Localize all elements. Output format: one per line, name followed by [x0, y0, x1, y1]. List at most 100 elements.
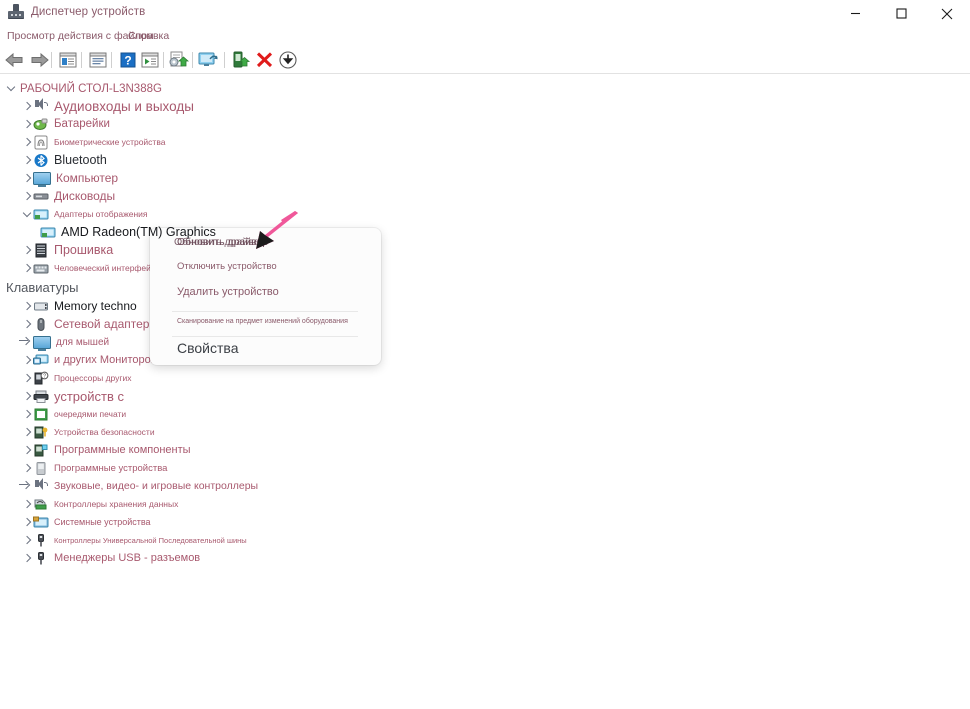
tree-item-label: Прошивка — [54, 243, 114, 257]
hid-icon — [33, 261, 49, 276]
chevron-right-icon[interactable] — [22, 427, 33, 438]
tree-root-label: РАБОЧИЙ СТОЛ-L3N388G — [20, 82, 162, 95]
battery-icon — [33, 117, 49, 132]
speaker-icon — [33, 477, 49, 494]
tree-item-label: для мышей — [56, 336, 110, 348]
chevron-right-icon[interactable] — [22, 301, 33, 312]
minimize-button[interactable] — [832, 0, 878, 27]
chevron-right-icon[interactable] — [22, 319, 33, 330]
chevron-right-icon[interactable] — [22, 409, 33, 420]
tree-item-label: Программные компоненты — [54, 444, 191, 456]
tree-item-bluetooth[interactable]: Bluetooth — [0, 151, 600, 169]
tree-item-software-devices[interactable]: Программные устройства — [0, 459, 600, 477]
tree-item-sound-video-game[interactable]: Звуковые, видео- и игровые контроллеры — [0, 477, 600, 495]
tree-item-biometric[interactable]: Биометрические устройства — [0, 133, 600, 151]
update-driver-button[interactable] — [167, 49, 189, 71]
uninstall-device-button[interactable] — [254, 49, 276, 71]
chevron-right-icon[interactable] — [22, 463, 33, 474]
menu-item-help[interactable]: Справка — [128, 30, 169, 42]
properties-button[interactable] — [87, 49, 109, 71]
chevron-right-icon[interactable] — [22, 373, 33, 384]
context-menu-divider — [172, 336, 358, 337]
disable-device-menu-item[interactable]: Отключить устройство — [177, 261, 277, 272]
tree-item-label: AMD Radeon(TM) Graphics — [61, 225, 216, 239]
usb-icon — [33, 551, 49, 566]
tree-item-label: Программные устройства — [54, 462, 168, 474]
chevron-right-icon[interactable] — [22, 355, 33, 366]
download-button[interactable] — [277, 49, 299, 71]
tree-item-computer[interactable]: Компьютер — [0, 169, 600, 187]
toolbar: ? — [0, 48, 970, 73]
speaker-icon — [33, 97, 49, 114]
chevron-down-icon[interactable] — [6, 83, 17, 94]
tree-item-label: Звуковые, видео- и игровые контроллеры — [54, 480, 259, 492]
disk-drive-icon — [33, 189, 49, 204]
tree-item-print-devices[interactable]: устройств с — [0, 387, 600, 405]
tree-root[interactable]: РАБОЧИЙ СТОЛ-L3N388G — [0, 80, 600, 97]
properties-menu-item[interactable]: Свойства — [177, 340, 238, 356]
chevron-right-icon[interactable] — [22, 263, 33, 274]
tree-item-batteries[interactable]: Батарейки — [0, 115, 600, 133]
scan-hardware-menu-item[interactable]: Сканирование на предмет изменений оборуд… — [177, 318, 348, 325]
tree-item-usb-connector-managers[interactable]: Менеджеры USB - разъемов — [0, 549, 600, 567]
tree-item-display-adapters[interactable]: Адаптеры отображения — [0, 205, 600, 223]
disable-device-button[interactable] — [230, 49, 252, 71]
tree-item-label: Адаптеры отображения — [54, 209, 148, 219]
back-button[interactable] — [4, 49, 26, 71]
chevron-down-icon[interactable] — [22, 209, 33, 220]
window-controls — [832, 0, 970, 27]
display-adapter-icon — [40, 225, 56, 240]
menu-bar: Просмотр действия с файлом Справка — [0, 30, 970, 47]
context-menu-divider — [172, 311, 358, 312]
uninstall-device-menu-item[interactable]: Удалить устройство — [177, 286, 279, 298]
chevron-right-icon[interactable] — [22, 517, 33, 528]
svg-text:?: ? — [43, 373, 46, 379]
tree-item-label: Менеджеры USB - разъемов — [54, 552, 201, 564]
device-manager-icon — [8, 4, 24, 19]
tree-item-label: Сетевой адаптер — [54, 317, 150, 331]
chevron-right-icon[interactable] — [22, 173, 33, 184]
devices-by-type-button[interactable] — [139, 49, 161, 71]
chevron-right-icon[interactable] — [22, 535, 33, 546]
tree-item-audio[interactable]: Аудиовходы и выходы — [0, 97, 600, 115]
close-button[interactable] — [924, 0, 970, 27]
pointer-arrow — [248, 211, 300, 253]
chevron-right-icon[interactable] — [22, 553, 33, 564]
toolbar-divider — [0, 73, 970, 74]
chevron-right-icon[interactable] — [22, 245, 33, 256]
tree-item-label: очередями печати — [54, 409, 127, 419]
tree-item-software-components[interactable]: Программные компоненты — [0, 441, 600, 459]
tree-item-processors[interactable]: ? Процессоры других — [0, 369, 600, 387]
monitor-icon — [33, 336, 51, 351]
chevron-right-icon[interactable] — [22, 119, 33, 130]
double-chevron-icon[interactable] — [19, 337, 30, 348]
forward-button[interactable] — [28, 49, 50, 71]
title-bar-left: Диспетчер устройств — [8, 4, 145, 19]
chevron-right-icon[interactable] — [22, 191, 33, 202]
tree-item-storage-controllers[interactable]: Контроллеры хранения данных — [0, 495, 600, 513]
tree-item-print-queues[interactable]: очередями печати — [0, 405, 600, 423]
tree-item-label: Процессоры других — [54, 373, 132, 383]
tree-item-label: Аудиовходы и выходы — [54, 98, 194, 114]
scan-hardware-button[interactable] — [197, 49, 219, 71]
tree-item-disk-drives[interactable]: Дисководы — [0, 187, 600, 205]
chevron-right-icon[interactable] — [22, 445, 33, 456]
tree-item-label: устройств с — [54, 388, 125, 404]
help-button[interactable]: ? — [117, 49, 139, 71]
tree-item-label: Устройства безопасности — [54, 427, 155, 437]
tree-item-label: Дисководы — [54, 189, 116, 203]
chevron-right-icon[interactable] — [22, 391, 33, 402]
chevron-right-icon[interactable] — [22, 137, 33, 148]
chevron-right-icon[interactable] — [22, 155, 33, 166]
chevron-right-icon[interactable] — [22, 499, 33, 510]
tree-item-security-devices[interactable]: Устройства безопасности — [0, 423, 600, 441]
show-hidden-devices-button[interactable] — [57, 49, 79, 71]
security-device-icon — [33, 425, 49, 440]
tree-item-usb-controllers[interactable]: Контроллеры Универсальной Последовательн… — [0, 531, 600, 549]
chevron-right-icon[interactable] — [22, 101, 33, 112]
device-manager-window: Диспетчер устройств Просмотр действия с … — [0, 0, 970, 709]
double-chevron-icon[interactable] — [19, 481, 30, 492]
maximize-button[interactable] — [878, 0, 924, 27]
tree-item-label: Компьютер — [56, 171, 119, 185]
tree-item-system-devices[interactable]: Системные устройства — [0, 513, 600, 531]
